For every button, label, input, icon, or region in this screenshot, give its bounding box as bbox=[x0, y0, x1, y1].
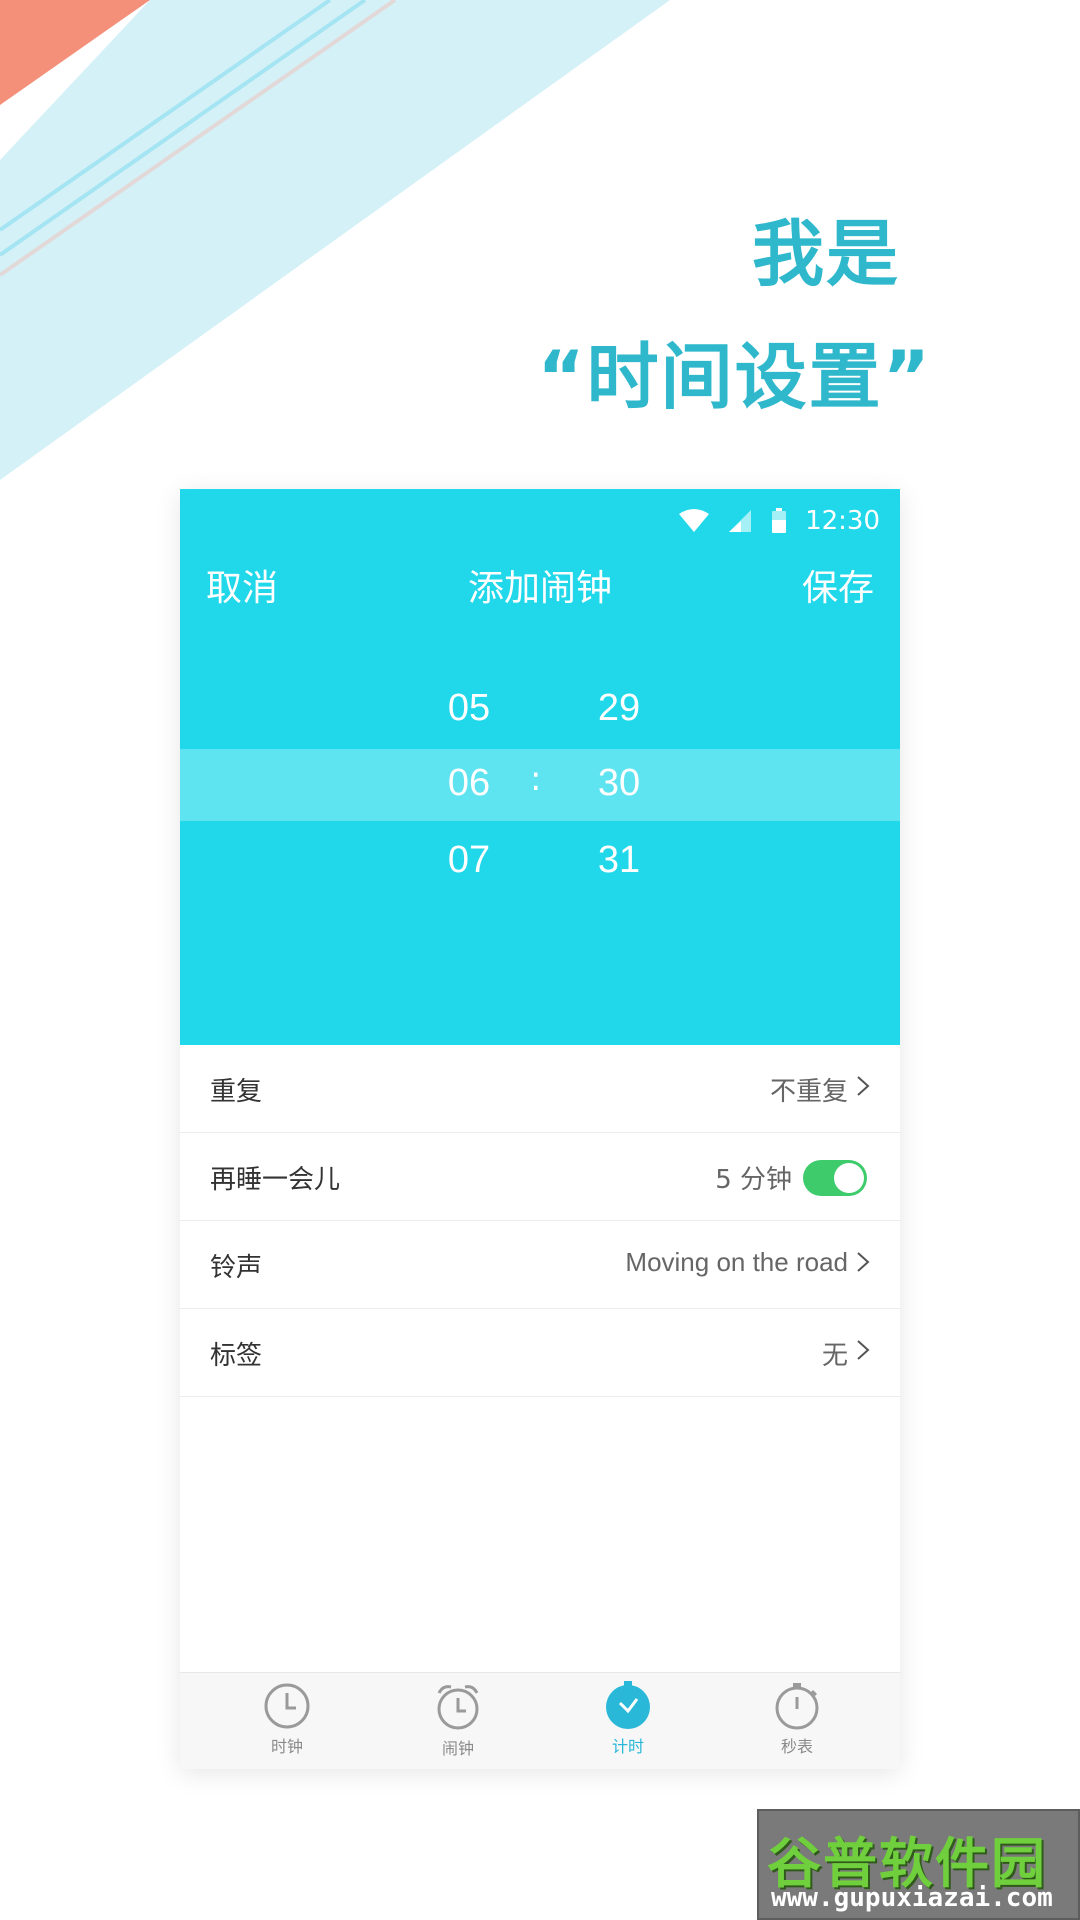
status-time: 12:30 bbox=[805, 506, 880, 536]
tag-label: 标签 bbox=[210, 1341, 263, 1371]
time-separator: : bbox=[530, 759, 542, 799]
stopwatch-icon bbox=[775, 1683, 819, 1730]
bottom-tab-bar: 时钟 闹钟 计时 秒表 bbox=[180, 1672, 900, 1769]
signal-icon bbox=[729, 510, 752, 532]
decorative-stripes bbox=[0, 0, 670, 480]
tab-clock[interactable]: 时钟 bbox=[232, 1681, 342, 1757]
watermark-url: www.gupuxiazai.com bbox=[771, 1883, 1053, 1913]
minute-option[interactable]: 29 bbox=[569, 687, 669, 730]
ringtone-label: 铃声 bbox=[210, 1253, 263, 1283]
tab-alarm[interactable]: 闹钟 bbox=[403, 1681, 513, 1759]
time-picker-header: 12:30 取消 添加闹钟 保存 05 06 07 : 29 30 31 bbox=[180, 489, 900, 1045]
phone-screen: 12:30 取消 添加闹钟 保存 05 06 07 : 29 30 31 重复 … bbox=[180, 489, 900, 1769]
ringtone-value: Moving on the road bbox=[625, 1247, 848, 1277]
hour-option[interactable]: 05 bbox=[419, 687, 519, 730]
chevron-right-icon bbox=[857, 1340, 870, 1360]
repeat-value: 不重复 bbox=[769, 1077, 848, 1107]
snooze-row[interactable]: 再睡一会儿 5 分钟 bbox=[180, 1133, 900, 1221]
repeat-label: 重复 bbox=[210, 1077, 263, 1107]
promo-headline-1: 我是 bbox=[751, 212, 900, 296]
watermark-logo: 谷普软件园 www.gupuxiazai.com bbox=[757, 1809, 1080, 1920]
alarm-icon bbox=[437, 1685, 479, 1730]
tab-timer[interactable]: 计时 bbox=[573, 1681, 683, 1757]
page-title: 添加闹钟 bbox=[467, 568, 612, 609]
chevron-right-icon bbox=[857, 1076, 870, 1096]
snooze-label: 再睡一会儿 bbox=[210, 1165, 341, 1195]
promo-headline-2: “时间设置” bbox=[537, 335, 932, 419]
tab-label: 计时 bbox=[611, 1737, 644, 1756]
battery-icon bbox=[772, 508, 787, 533]
minute-option[interactable]: 31 bbox=[569, 839, 669, 882]
tag-row[interactable]: 标签 无 bbox=[180, 1309, 900, 1397]
snooze-value: 5 分钟 bbox=[715, 1165, 792, 1195]
tab-label: 秒表 bbox=[780, 1737, 813, 1756]
ringtone-row[interactable]: 铃声 Moving on the road bbox=[180, 1221, 900, 1309]
tab-stopwatch[interactable]: 秒表 bbox=[742, 1681, 852, 1757]
tag-value: 无 bbox=[821, 1341, 848, 1371]
chevron-right-icon bbox=[857, 1252, 870, 1272]
tab-label: 闹钟 bbox=[441, 1739, 474, 1758]
toggle-knob bbox=[834, 1163, 864, 1193]
minute-selected[interactable]: 30 bbox=[569, 762, 669, 805]
timer-icon bbox=[606, 1681, 650, 1729]
time-picker[interactable]: 05 06 07 : 29 30 31 bbox=[180, 679, 900, 929]
wifi-icon bbox=[679, 509, 710, 532]
repeat-row[interactable]: 重复 不重复 bbox=[180, 1045, 900, 1133]
clock-icon bbox=[264, 1683, 310, 1729]
tab-label: 时钟 bbox=[270, 1737, 303, 1756]
snooze-toggle[interactable] bbox=[803, 1160, 867, 1196]
save-button[interactable]: 保存 bbox=[802, 559, 874, 611]
hour-option[interactable]: 07 bbox=[419, 839, 519, 882]
status-bar: 12:30 bbox=[679, 501, 880, 541]
settings-list: 重复 不重复 再睡一会儿 5 分钟 铃声 Moving on the road … bbox=[180, 1045, 900, 1397]
hour-selected[interactable]: 06 bbox=[419, 762, 519, 805]
